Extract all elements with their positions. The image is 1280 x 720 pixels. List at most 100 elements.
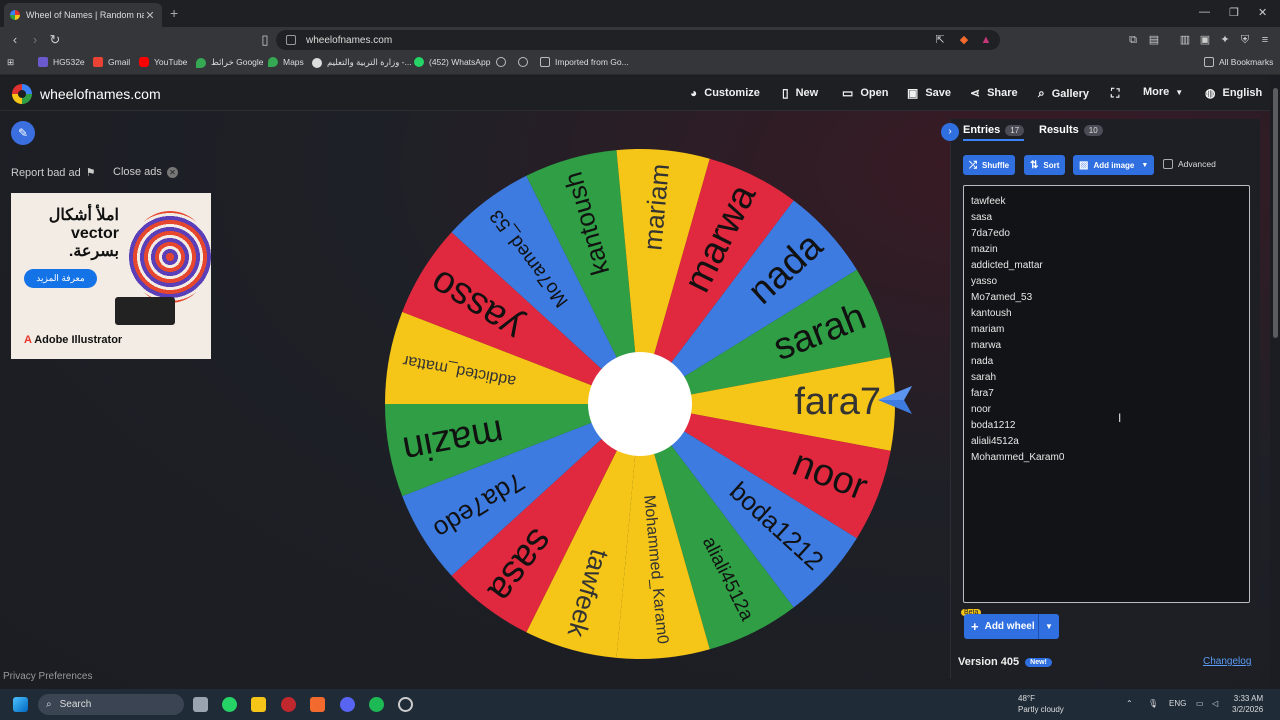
main-area: ✎ Report bad ad ⚑ Close ads ✕ املأ أشكال v… [0, 111, 1270, 689]
gallery-button[interactable]: ⌕ Gallery [1038, 86, 1089, 101]
apps-grid-icon[interactable]: ⊞ [7, 57, 14, 68]
entry-line: tawfeek [971, 196, 1006, 207]
more-button[interactable]: More ▼ [1143, 86, 1183, 98]
display-icon[interactable]: ▭ [1196, 699, 1204, 708]
wallet-icon[interactable]: ▣ [1198, 33, 1212, 47]
tray-chevron-icon[interactable]: ⌃ [1126, 699, 1133, 708]
fullscreen-icon: ⛶ [1111, 86, 1120, 100]
task-view-icon[interactable] [193, 697, 208, 712]
edit-title-button[interactable]: ✎ [11, 121, 35, 145]
browser-tab[interactable]: Wheel of Names | Random name ✕ [4, 3, 162, 27]
weather-widget[interactable]: 48°F Partly cloudy [1018, 693, 1064, 715]
wheel-svg[interactable]: tawfeeksasa7da7edomazinaddicted_mattarya… [380, 144, 900, 664]
bookmark-hg532e[interactable]: HG532e [38, 57, 85, 67]
folder-open-icon: ▭ [842, 86, 854, 100]
globe-icon: ◍ [1205, 86, 1216, 100]
privacy-preferences-link[interactable]: Privacy Preferences [3, 671, 92, 682]
collapse-panel-button[interactable]: › [941, 123, 959, 141]
add-wheel-button[interactable]: + Add wheel ▼ [964, 614, 1059, 639]
reader-icon[interactable]: ▤ [1147, 33, 1161, 47]
bookmark-google-maps-ar[interactable]: خرائط Google [196, 57, 264, 68]
language-indicator[interactable]: ENG [1169, 699, 1186, 708]
folder-icon [540, 57, 550, 67]
restore-icon[interactable]: ❐ [1229, 6, 1239, 19]
sort-button[interactable]: ⇅ Sort [1024, 155, 1066, 175]
new-button[interactable]: ▯ New [782, 86, 818, 100]
open-button[interactable]: ▭ Open [842, 86, 888, 100]
close-ads-link[interactable]: Close ads ✕ [113, 166, 178, 178]
volume-icon[interactable]: ◁ [1212, 699, 1218, 708]
bookmark-youtube[interactable]: YouTube [139, 57, 187, 67]
forward-icon[interactable]: › [27, 32, 43, 47]
close-tab-icon[interactable]: ✕ [144, 9, 156, 22]
tab-entries[interactable]: Entries 17 [963, 124, 1025, 141]
advertisement[interactable]: املأ أشكال vector بسرعة. معرفة المزيد A … [11, 193, 211, 359]
search-icon: ⌕ [1038, 86, 1045, 100]
whatsapp-icon[interactable] [222, 697, 237, 712]
reload-icon[interactable]: ↻ [47, 32, 63, 48]
extensions-icon[interactable]: ⧉ [1126, 33, 1140, 47]
ad-cta-button[interactable]: معرفة المزيد [24, 269, 97, 288]
bookmark-imported[interactable]: Imported from Go... [540, 57, 629, 67]
ad-headline: املأ أشكال vector بسرعة. [48, 207, 119, 260]
ad-preview-thumbnail [115, 297, 175, 325]
customize-button[interactable]: ◕ Customize [690, 86, 760, 100]
site-info-icon[interactable] [286, 35, 296, 45]
site-logo[interactable]: wheelofnames.com [12, 84, 161, 104]
bookmark-ministry[interactable]: وزارة التربية والتعليم -... [312, 57, 412, 68]
wheel[interactable]: tawfeek sasa 7da7edo mazin addicted_mattar ya… [380, 144, 900, 664]
bookmark-maps[interactable]: Maps [268, 57, 304, 67]
brave-shield-icon[interactable]: ◆ [957, 33, 971, 47]
changelog-link[interactable]: Changelog [1203, 656, 1251, 667]
brave-browser-icon[interactable] [310, 697, 325, 712]
brave-rewards-icon[interactable]: ▲ [979, 33, 993, 47]
bookmark-page-icon[interactable]: ▯ [257, 32, 273, 48]
ad-artwork [129, 211, 211, 303]
sidebar-icon[interactable]: ▥ [1178, 33, 1192, 47]
spotify-icon[interactable] [369, 697, 384, 712]
all-bookmarks[interactable]: All Bookmarks [1204, 57, 1273, 67]
save-button[interactable]: ▣ Save [907, 86, 951, 100]
scrollbar-thumb[interactable] [1273, 88, 1278, 338]
image-icon: ▨ [1079, 159, 1089, 171]
bookmark-gmail[interactable]: Gmail [93, 57, 130, 67]
entry-line: sasa [971, 212, 993, 223]
discord-icon[interactable] [340, 697, 355, 712]
vpn-icon[interactable]: ⛨ [1238, 33, 1252, 47]
tab-results[interactable]: Results 10 [1039, 124, 1103, 136]
plus-icon: + [971, 619, 979, 634]
wheel-segment-label: fara7 [794, 381, 881, 423]
microphone-icon[interactable]: 🎙 [1148, 699, 1158, 708]
advanced-checkbox[interactable]: Advanced [1163, 159, 1216, 169]
shuffle-button[interactable]: ⤮ Shuffle [963, 155, 1016, 175]
clock[interactable]: 3:33 AM 3/2/2026 [1232, 693, 1263, 715]
menu-icon[interactable]: ≡ [1258, 33, 1272, 47]
url-field[interactable]: wheelofnames.com [276, 30, 1000, 50]
app-icon[interactable] [281, 697, 296, 712]
add-image-button[interactable]: ▨ Add image ▼ [1073, 155, 1155, 175]
entry-line: aliali4512a [971, 436, 1019, 447]
close-window-icon[interactable]: ✕ [1258, 6, 1267, 19]
taskbar-search[interactable]: ⌕ Search [38, 694, 184, 715]
file-icon: ▯ [782, 86, 789, 100]
page-scrollbar[interactable] [1270, 76, 1280, 689]
leo-ai-icon[interactable]: ✦ [1218, 33, 1232, 47]
entries-textarea[interactable]: tawfeek sasa 7da7edo mazin addicted_mattar ya… [963, 185, 1250, 603]
fullscreen-button[interactable]: ⛶ [1111, 86, 1126, 101]
new-tab-icon[interactable]: + [170, 5, 178, 21]
back-icon[interactable]: ‹ [7, 32, 23, 47]
share-page-icon[interactable]: ⇱ [933, 33, 947, 47]
chevron-down-icon: ▼ [1141, 161, 1149, 169]
file-explorer-icon[interactable] [251, 697, 266, 712]
wheel-center[interactable] [588, 352, 692, 456]
minimize-icon[interactable]: — [1199, 6, 1210, 18]
bookmark-globe-2[interactable] [518, 57, 533, 67]
add-wheel-dropdown-icon[interactable]: ▼ [1039, 622, 1059, 631]
share-button[interactable]: ⋖ Share [970, 86, 1018, 100]
windows-start-icon[interactable] [13, 697, 28, 712]
report-bad-ad-link[interactable]: Report bad ad ⚑ [11, 166, 96, 180]
bookmark-globe-1[interactable] [496, 57, 511, 67]
language-button[interactable]: ◍ English [1205, 86, 1262, 100]
steam-icon[interactable] [398, 697, 413, 712]
bookmark-whatsapp[interactable]: (452) WhatsApp [414, 57, 490, 67]
